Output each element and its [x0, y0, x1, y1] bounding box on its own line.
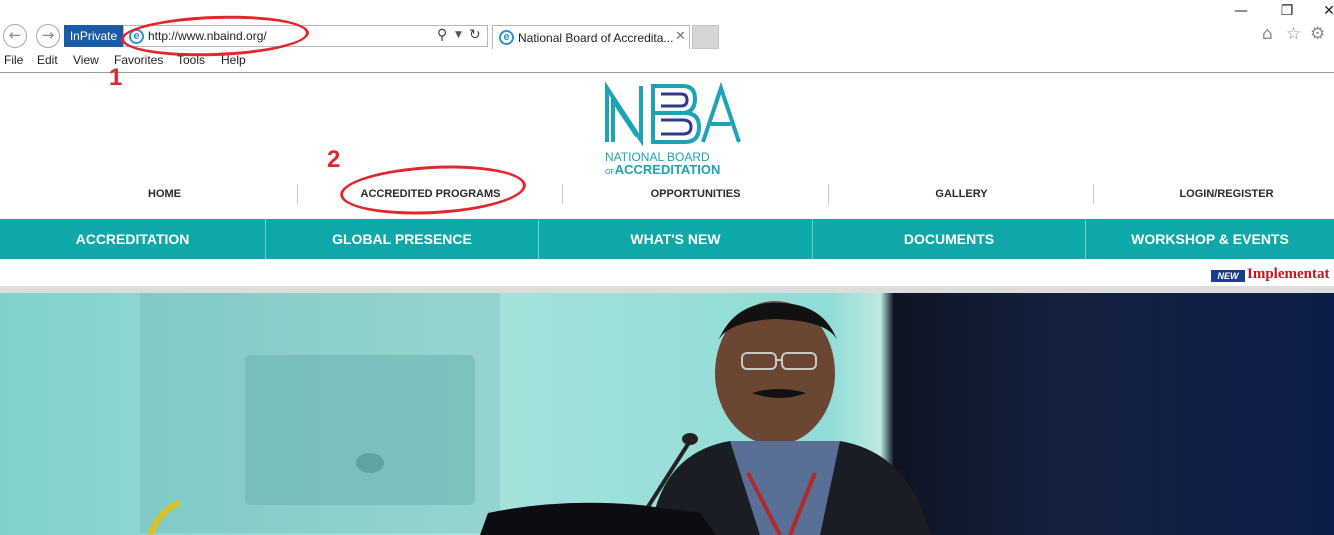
menu-whats-new[interactable]: WHAT'S NEW	[539, 219, 812, 259]
search-icon[interactable]: ⚲	[437, 27, 447, 43]
nav-home[interactable]: HOME	[32, 184, 297, 204]
dropdown-icon[interactable]: ▼	[455, 30, 462, 40]
screen: ← → InPrivate e http://www.nbaind.org/ ⚲…	[0, 0, 1334, 535]
logo-text-accreditation: ACCREDITATION	[614, 162, 721, 177]
nav-login-register[interactable]: LOGIN/REGISTER	[1094, 184, 1334, 204]
nba-logo[interactable]: NATIONAL BOARD OFACCREDITATION	[603, 82, 743, 177]
restore-icon[interactable]: ❐	[1264, 0, 1310, 22]
logo-text-of: OF	[605, 169, 615, 176]
annotation-marker-2: 2	[327, 146, 341, 173]
annotation-marker-1: 1	[109, 64, 123, 91]
menu-workshop-events[interactable]: WORKSHOP & EVENTS	[1086, 219, 1334, 259]
refresh-icon[interactable]: ↻	[469, 27, 481, 43]
hero-banner-image	[0, 293, 1334, 535]
window-close-icon[interactable]: ✕	[1306, 0, 1334, 22]
nav-opportunities[interactable]: OPPORTUNITIES	[563, 184, 828, 204]
logo-text-line2: OFACCREDITATION	[605, 162, 720, 177]
minimize-icon[interactable]: —	[1218, 0, 1264, 22]
top-nav: HOME ACCREDITED PROGRAMS OPPORTUNITIES G…	[32, 184, 1322, 204]
menu-documents[interactable]: DOCUMENTS	[813, 219, 1085, 259]
tab-title: National Board of Accredita...	[518, 31, 674, 45]
favorites-star-icon[interactable]: ☆	[1286, 24, 1301, 44]
menu-accreditation[interactable]: ACCREDITATION	[0, 219, 265, 259]
annotation-ellipse-accredited-programs	[338, 161, 528, 219]
menu-edit[interactable]: Edit	[37, 53, 58, 67]
new-tab-button[interactable]	[692, 25, 719, 49]
ticker-text[interactable]: Implementat	[1247, 266, 1330, 283]
new-badge: NEW	[1211, 270, 1245, 282]
close-icon[interactable]: ✕	[675, 29, 686, 44]
ie-logo-icon: e	[499, 30, 514, 45]
hero-photo	[140, 293, 930, 535]
news-ticker: NEW Implementat	[0, 265, 1334, 285]
nav-gallery[interactable]: GALLERY	[829, 184, 1094, 204]
home-icon[interactable]: ⌂	[1262, 24, 1273, 44]
main-nav: ACCREDITATION GLOBAL PRESENCE WHAT'S NEW…	[0, 219, 1334, 259]
menu-view[interactable]: View	[73, 53, 99, 67]
divider-strip	[0, 286, 1334, 293]
menu-global-presence[interactable]: GLOBAL PRESENCE	[266, 219, 538, 259]
settings-gear-icon[interactable]: ⚙	[1310, 24, 1325, 44]
back-arrow-icon[interactable]: ←	[3, 24, 27, 48]
inprivate-badge[interactable]: InPrivate	[64, 25, 123, 47]
forward-arrow-icon[interactable]: →	[36, 24, 60, 48]
browser-tab[interactable]: e National Board of Accredita... ✕	[492, 25, 690, 49]
menu-file[interactable]: File	[4, 53, 23, 67]
nba-logo-mark	[605, 82, 741, 146]
